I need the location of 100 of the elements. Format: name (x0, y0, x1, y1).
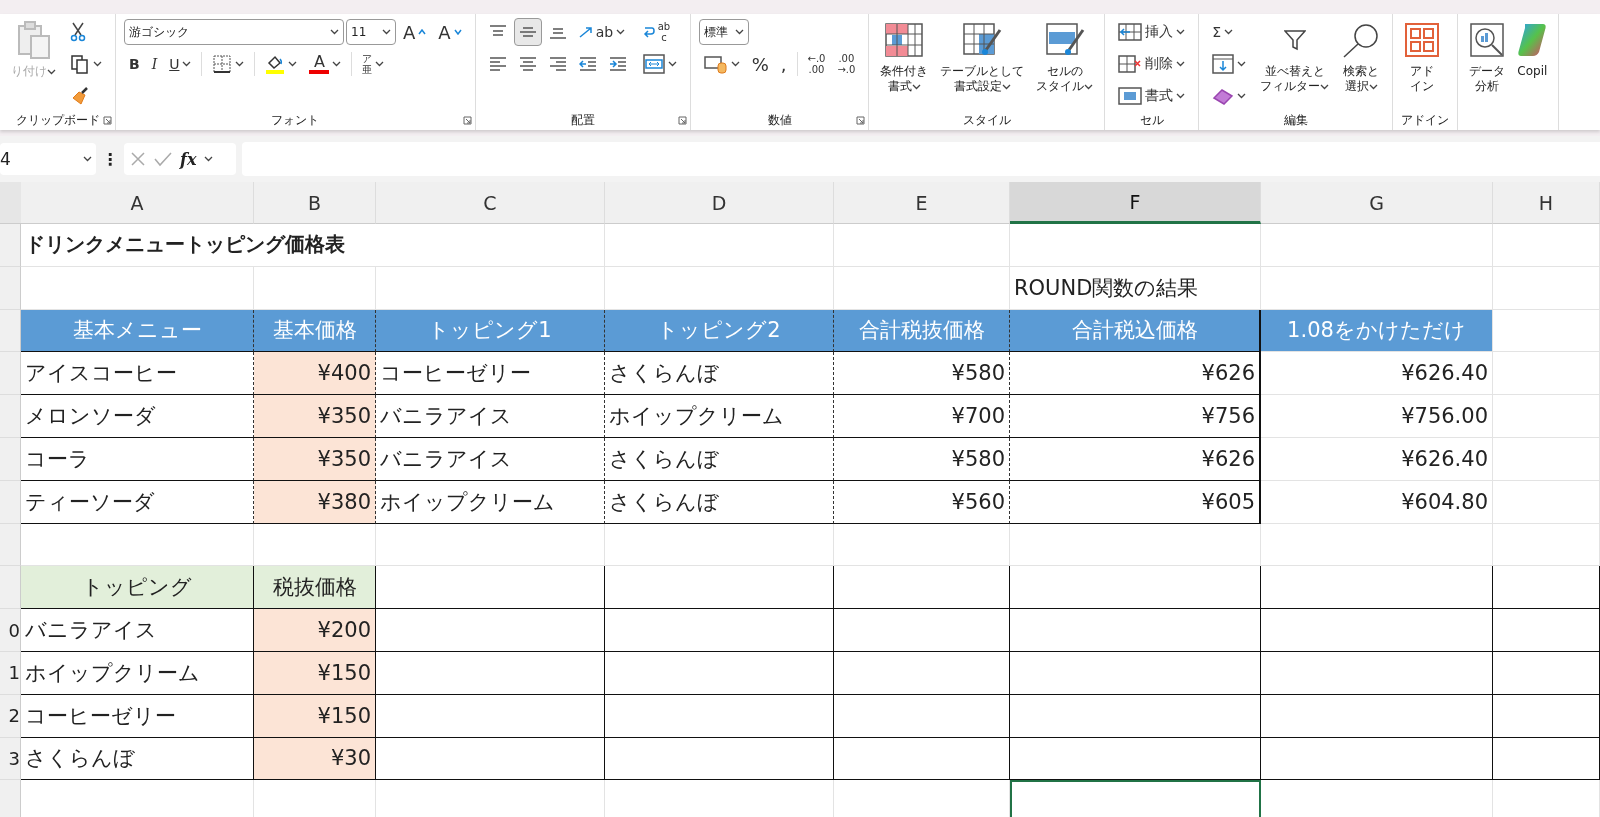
launcher-icon[interactable] (103, 116, 112, 125)
table-cell[interactable] (1261, 651, 1493, 695)
table-cell[interactable] (1493, 651, 1600, 695)
table-cell[interactable]: バニラアイス (376, 395, 605, 438)
table-cell[interactable] (376, 566, 605, 610)
insert-function-button[interactable]: fx (180, 149, 197, 169)
table-cell[interactable] (1010, 737, 1261, 781)
table-cell[interactable] (605, 737, 834, 781)
name-box[interactable]: 4 (0, 143, 96, 175)
table-cell[interactable] (1261, 694, 1493, 738)
table-cell[interactable]: ¥756.00 (1261, 395, 1493, 438)
table-cell[interactable]: ¥580 (834, 438, 1010, 481)
table-cell[interactable] (834, 737, 1010, 781)
table-cell[interactable] (1010, 609, 1261, 652)
table-cell[interactable] (376, 609, 605, 652)
table-cell[interactable] (605, 651, 834, 695)
table-button[interactable]: テーブルとして 書式設定 (937, 18, 1028, 96)
table-cell[interactable] (1493, 609, 1600, 652)
table-cell[interactable] (1493, 737, 1600, 781)
column-header[interactable]: H (1493, 182, 1600, 224)
phonetic-button[interactable]: ア 亜 (357, 50, 390, 78)
column-header[interactable]: E (834, 182, 1010, 224)
column-header[interactable]: G (1261, 182, 1493, 224)
incdec-button[interactable]: ←.0 .00 (802, 50, 831, 78)
underline-button[interactable]: U (164, 50, 197, 78)
wrap-button[interactable]: ab c (637, 18, 676, 46)
table-cell[interactable] (376, 694, 605, 738)
table-cell[interactable]: ¥756 (1010, 395, 1261, 438)
table-cell[interactable]: コーヒーゼリー (376, 352, 605, 396)
table-cell[interactable]: ドリンクメニュートッピング価格表 (21, 224, 605, 267)
grow-button[interactable]: A (398, 18, 432, 46)
header-cell[interactable]: 税抜価格 (254, 566, 376, 610)
sum-button[interactable]: Σ (1207, 18, 1239, 46)
more-button[interactable]: ⋮ (102, 149, 118, 169)
table-cell[interactable] (834, 694, 1010, 738)
table-cell[interactable]: ¥626.40 (1261, 352, 1493, 396)
column-header[interactable]: B (254, 182, 376, 224)
dropdown-field[interactable]: 游ゴシック (124, 19, 344, 45)
delete-button[interactable]: 削除 (1113, 50, 1191, 78)
table-cell[interactable] (605, 566, 834, 610)
sort-button[interactable]: 並べ替えと フィルター (1257, 18, 1333, 96)
table-cell[interactable]: さくらんぼ (605, 480, 834, 524)
middle-button[interactable] (513, 18, 542, 46)
table-cell[interactable]: さくらんぼ (605, 352, 834, 396)
table-cell[interactable]: ¥560 (834, 480, 1010, 524)
table-cell[interactable]: ¥150 (254, 651, 376, 695)
percent-button[interactable]: % (746, 50, 774, 78)
table-cell[interactable] (376, 651, 605, 695)
table-cell[interactable]: ホイップクリーム (605, 395, 834, 438)
fontcolor-button[interactable]: A (304, 50, 347, 78)
copilot-button[interactable]: Copil (1514, 18, 1551, 81)
table-cell[interactable]: ¥350 (254, 395, 376, 438)
table-cell[interactable]: ホイップクリーム (376, 480, 605, 524)
table-cell[interactable]: ¥200 (254, 609, 376, 652)
column-header[interactable]: A (21, 182, 254, 224)
table-cell[interactable] (1010, 694, 1261, 738)
cellstyle-button[interactable]: セルの スタイル (1033, 18, 1097, 96)
header-cell[interactable]: トッピング (21, 566, 254, 610)
table-cell[interactable]: ¥350 (254, 438, 376, 481)
find-button[interactable]: 検索と 選択 (1338, 18, 1385, 96)
table-cell[interactable] (1010, 566, 1261, 610)
column-header[interactable]: F (1010, 182, 1261, 224)
table-cell[interactable] (1261, 609, 1493, 652)
cancel-icon[interactable] (130, 151, 146, 167)
table-cell[interactable]: ¥626 (1010, 352, 1261, 396)
table-cell[interactable]: ¥380 (254, 480, 376, 524)
table-cell[interactable] (1010, 651, 1261, 695)
launcher-icon[interactable] (677, 116, 687, 125)
shrink-button[interactable]: A (433, 18, 467, 46)
table-cell[interactable] (376, 737, 605, 781)
condfmt-button[interactable]: 条件付き 書式 (877, 18, 932, 96)
table-cell[interactable]: ¥605 (1010, 480, 1261, 524)
table-cell[interactable]: ¥400 (254, 352, 376, 396)
comma-button[interactable]: , (775, 50, 792, 78)
table-cell[interactable] (605, 694, 834, 738)
launcher-icon[interactable] (462, 116, 472, 125)
table-cell[interactable] (1261, 566, 1493, 610)
dropdown-field[interactable]: 標準 (698, 19, 749, 45)
table-cell[interactable] (834, 609, 1010, 652)
insert-button[interactable]: 挿入 (1113, 18, 1191, 46)
table-cell[interactable] (605, 609, 834, 652)
row-header[interactable]: 3 (0, 737, 21, 781)
table-cell[interactable] (834, 651, 1010, 695)
table-cell[interactable] (1261, 737, 1493, 781)
table-cell[interactable]: ROUND関数の結果 (1010, 266, 1261, 310)
orient-button[interactable]: ab (573, 18, 631, 46)
table-cell[interactable] (1493, 694, 1600, 738)
column-header[interactable]: D (605, 182, 834, 224)
launcher-icon[interactable] (856, 116, 866, 125)
table-cell[interactable]: バニラアイス (376, 438, 605, 481)
table-cell[interactable]: さくらんぼ (605, 438, 834, 481)
italic-button[interactable]: I (146, 50, 163, 78)
decdec-button[interactable]: .00 →.0 (832, 50, 861, 78)
dropdown-field[interactable]: 11 (346, 19, 396, 45)
table-cell[interactable]: ¥150 (254, 694, 376, 738)
table-cell[interactable]: ¥626.40 (1261, 438, 1493, 481)
column-header[interactable]: C (376, 182, 605, 224)
table-cell[interactable]: ¥626 (1010, 438, 1261, 481)
table-cell[interactable]: ¥700 (834, 395, 1010, 438)
row-header[interactable]: 0 (0, 609, 21, 652)
